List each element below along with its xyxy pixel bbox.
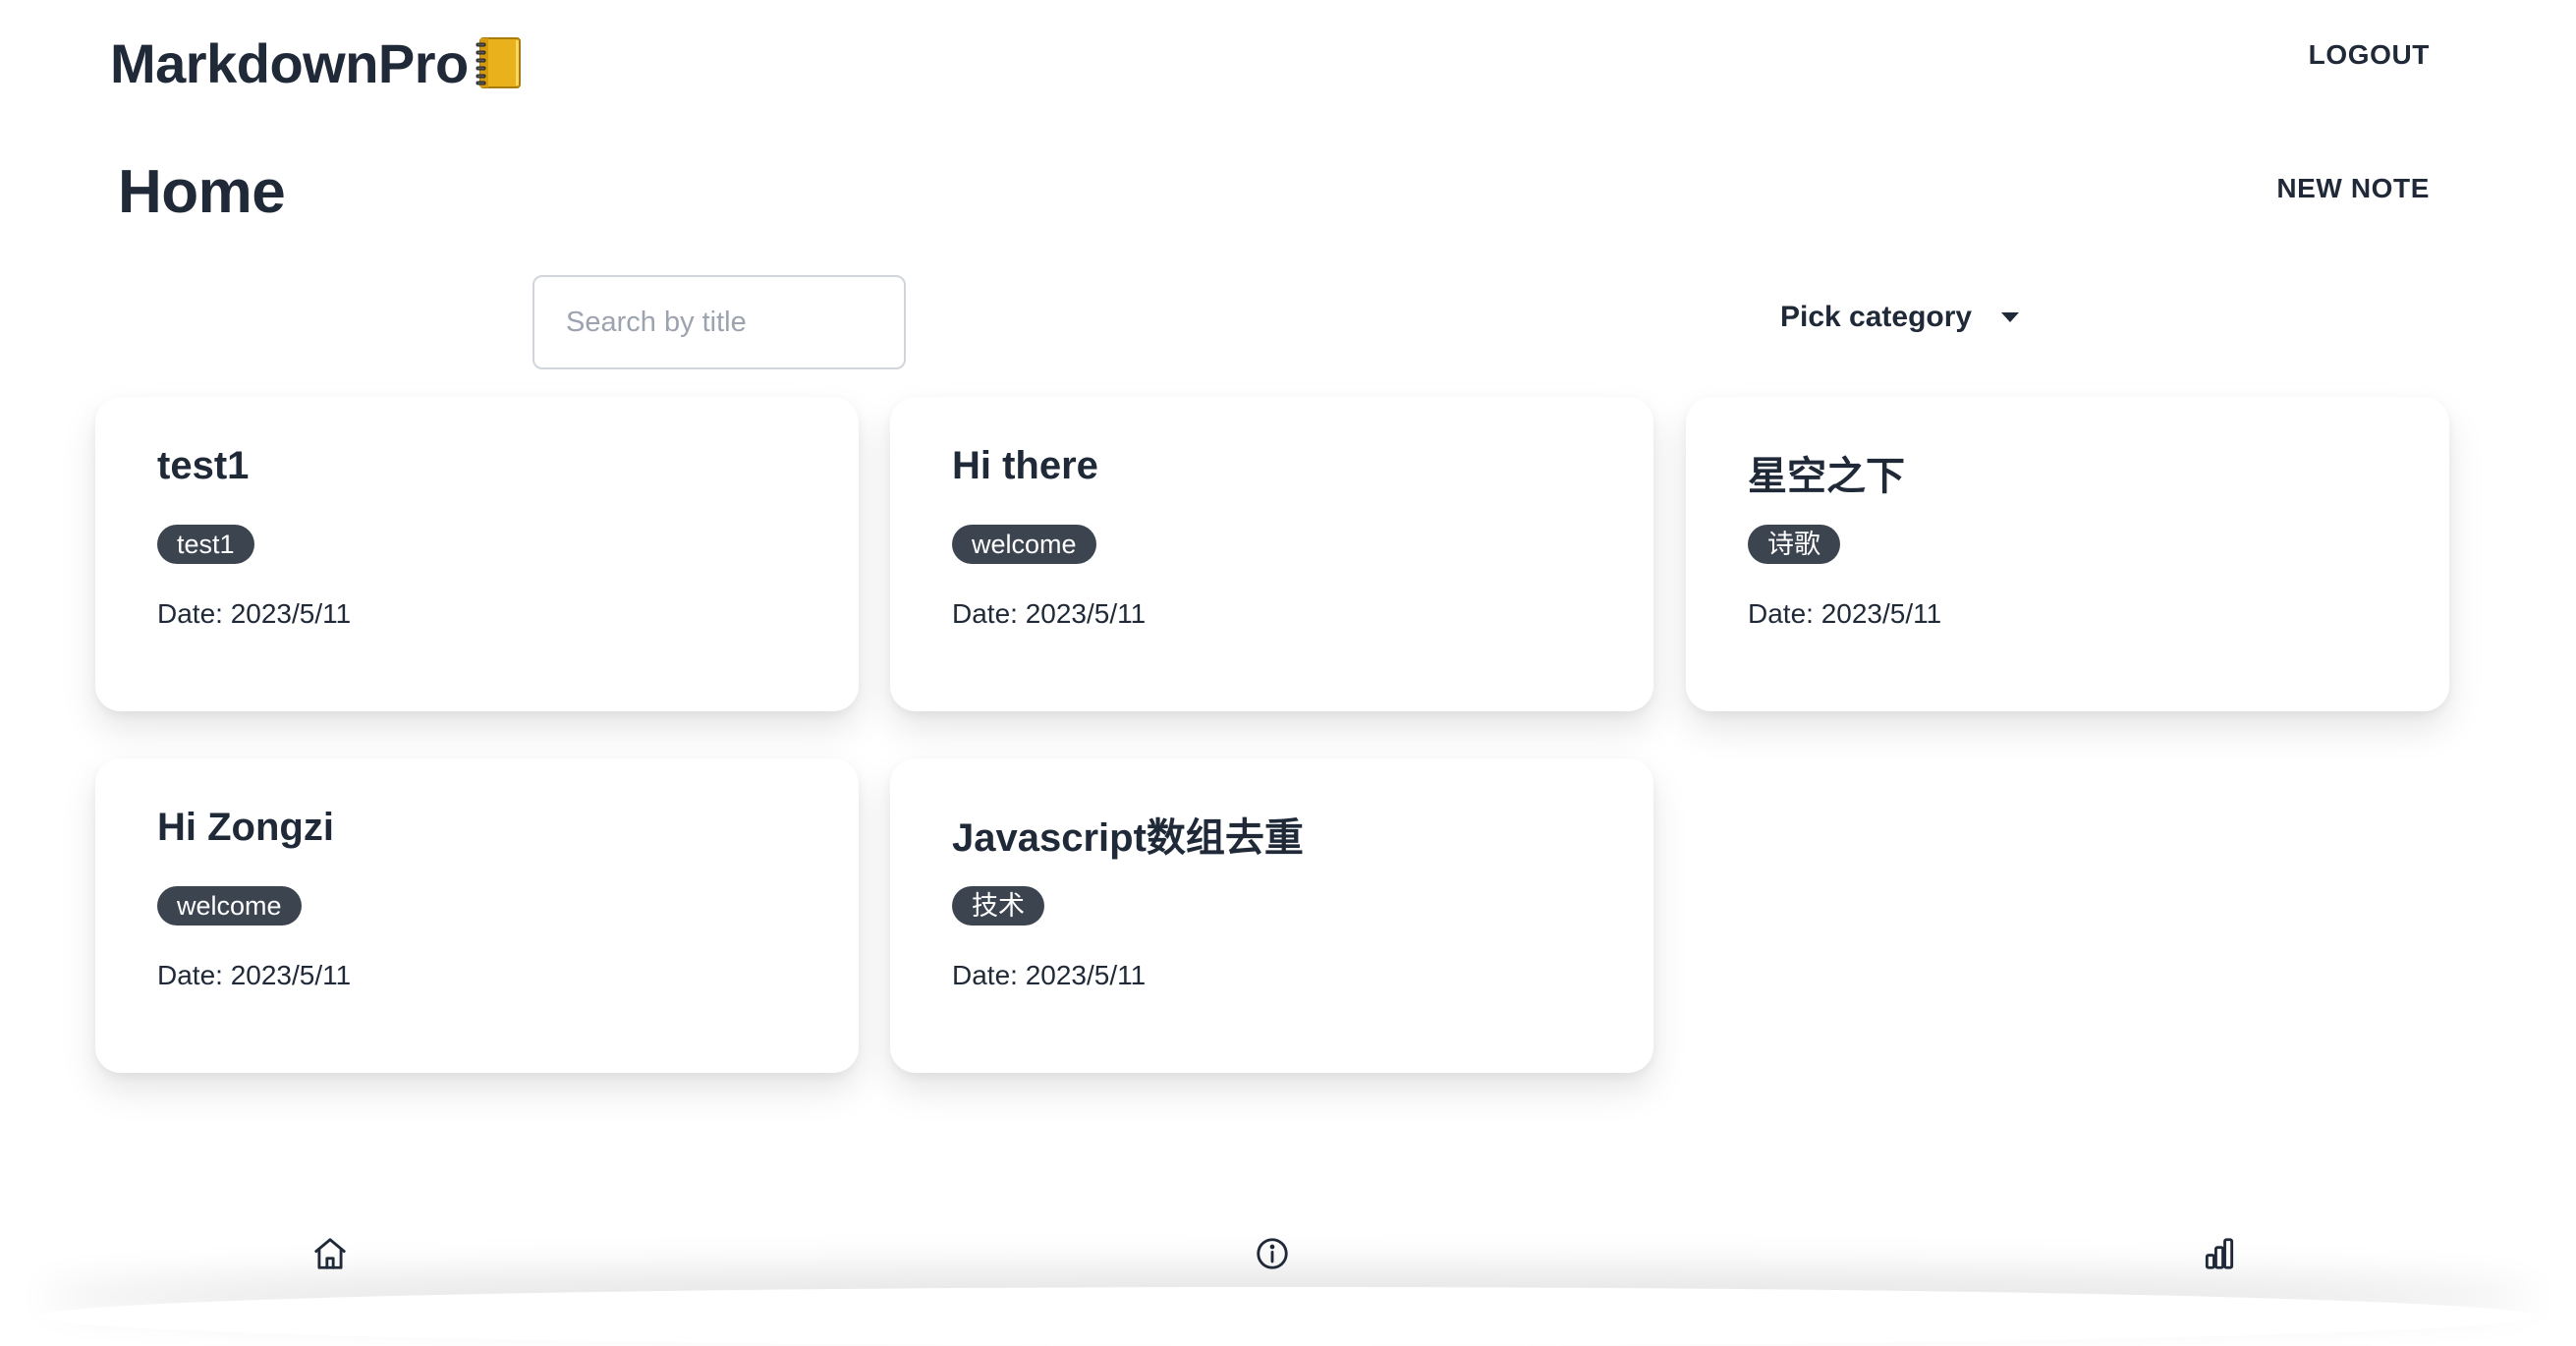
note-title: Hi Zongzi	[157, 806, 334, 849]
bottom-nav-shadow	[39, 1287, 2537, 1346]
nav-info-button[interactable]	[1249, 1230, 1296, 1277]
note-date: Date: 2023/5/11	[1748, 598, 1942, 629]
nav-stats-button[interactable]	[2196, 1230, 2243, 1277]
note-tag: welcome	[952, 525, 1096, 564]
note-date: Date: 2023/5/11	[952, 960, 1147, 990]
bottom-navigation	[0, 1203, 2576, 1317]
new-note-button[interactable]: NEW NOTE	[2276, 173, 2430, 204]
note-tag: test1	[157, 525, 254, 564]
note-tag: 诗歌	[1748, 525, 1840, 564]
note-card[interactable]: test1 test1 Date: 2023/5/11	[95, 397, 859, 711]
note-tag: 技术	[952, 886, 1044, 925]
search-input[interactable]	[532, 275, 906, 369]
note-card[interactable]: Hi Zongzi welcome Date: 2023/5/11	[95, 758, 859, 1073]
note-date: Date: 2023/5/11	[157, 960, 352, 990]
note-date: Date: 2023/5/11	[952, 598, 1147, 629]
note-card[interactable]: Javascript数组去重 技术 Date: 2023/5/11	[890, 758, 1653, 1073]
nav-home-button[interactable]	[307, 1230, 354, 1277]
note-card[interactable]: 星空之下 诗歌 Date: 2023/5/11	[1686, 397, 2449, 711]
note-card[interactable]: Hi there welcome Date: 2023/5/11	[890, 397, 1653, 711]
category-select-label: Pick category	[1780, 301, 1973, 333]
app-brand[interactable]: MarkdownPro	[110, 24, 524, 102]
page-title: Home	[118, 158, 286, 226]
note-tag: welcome	[157, 886, 302, 925]
brand-name: MarkdownPro	[110, 31, 469, 94]
note-date: Date: 2023/5/11	[157, 598, 352, 629]
home-icon	[314, 1238, 346, 1269]
caret-down-icon	[2001, 312, 2020, 322]
info-icon	[1257, 1238, 1288, 1269]
note-title: test1	[157, 444, 250, 487]
logout-button[interactable]: LOGOUT	[2309, 39, 2430, 71]
note-title: 星空之下	[1748, 455, 1905, 498]
note-title: Javascript数组去重	[952, 816, 1304, 860]
notebook-icon	[473, 35, 524, 90]
category-select[interactable]: Pick category	[1780, 301, 2020, 334]
note-title: Hi there	[952, 444, 1098, 487]
chart-icon	[2205, 1238, 2234, 1269]
